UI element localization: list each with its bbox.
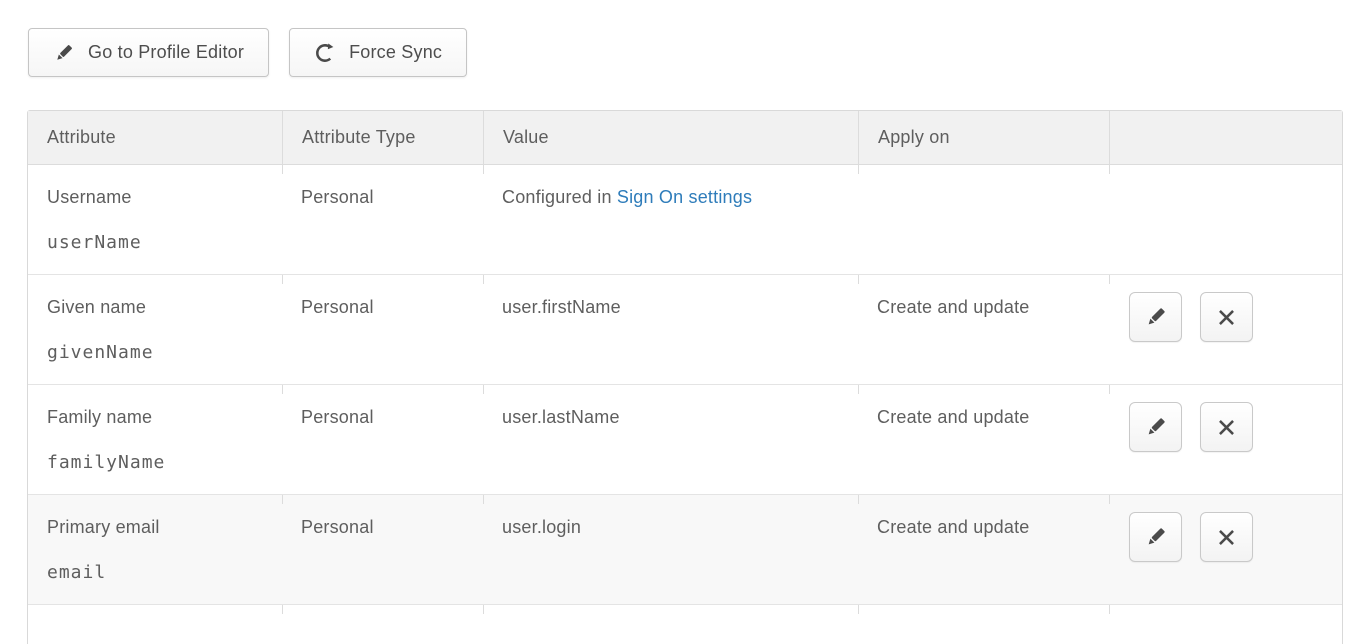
attribute-cell: Given name givenName: [28, 275, 282, 384]
pencil-icon: [1144, 305, 1168, 329]
table-row-partial: [28, 605, 1342, 644]
apply-on-cell: [858, 165, 1109, 274]
attribute-type-cell: Personal: [282, 385, 483, 494]
value-cell: user.firstName: [483, 275, 858, 384]
attribute-mappings-table: Attribute Attribute Type Value Apply on …: [27, 110, 1343, 644]
delete-attribute-button[interactable]: [1200, 402, 1253, 452]
column-header-actions: [1109, 111, 1342, 164]
value-cell: Configured in Sign On settings: [483, 165, 858, 274]
attribute-cell: Primary email email: [28, 495, 282, 604]
value-cell: [483, 605, 858, 644]
apply-on-cell: [858, 605, 1109, 644]
actions-cell: [1109, 385, 1342, 494]
pencil-icon: [1144, 415, 1168, 439]
column-header-attribute-type: Attribute Type: [282, 111, 483, 164]
force-sync-label: Force Sync: [349, 42, 442, 63]
close-icon: [1216, 527, 1237, 548]
attribute-type-cell: Personal: [282, 165, 483, 274]
column-header-attribute: Attribute: [28, 111, 282, 164]
delete-attribute-button[interactable]: [1200, 292, 1253, 342]
toolbar: Go to Profile Editor Force Sync: [28, 28, 467, 77]
pencil-icon: [1144, 525, 1168, 549]
attribute-cell: Family name familyName: [28, 385, 282, 494]
edit-attribute-button[interactable]: [1129, 402, 1182, 452]
value-prefix-text: Configured in: [502, 187, 617, 207]
column-header-value: Value: [483, 111, 858, 164]
attribute-cell: Username userName: [28, 165, 282, 274]
attribute-type-cell: Personal: [282, 495, 483, 604]
go-to-profile-editor-button[interactable]: Go to Profile Editor: [28, 28, 269, 77]
actions-cell-empty: [1109, 605, 1342, 644]
sign-on-settings-link[interactable]: Sign On settings: [617, 187, 752, 207]
actions-cell: [1109, 275, 1342, 384]
attribute-code: familyName: [47, 452, 272, 473]
attribute-label: Username: [47, 187, 272, 208]
apply-on-cell: Create and update: [858, 495, 1109, 604]
pencil-icon: [53, 42, 75, 64]
force-sync-button[interactable]: Force Sync: [289, 28, 467, 77]
attribute-type-cell: [282, 605, 483, 644]
close-icon: [1216, 417, 1237, 438]
attribute-label: Given name: [47, 297, 272, 318]
column-header-apply-on: Apply on: [858, 111, 1109, 164]
value-cell: user.login: [483, 495, 858, 604]
edit-attribute-button[interactable]: [1129, 512, 1182, 562]
apply-on-cell: Create and update: [858, 385, 1109, 494]
attribute-type-cell: Personal: [282, 275, 483, 384]
attribute-code: givenName: [47, 342, 272, 363]
attribute-label: Family name: [47, 407, 272, 428]
table-row-given-name: Given name givenName Personal user.first…: [28, 275, 1342, 385]
attribute-label: Primary email: [47, 517, 272, 538]
apply-on-cell: Create and update: [858, 275, 1109, 384]
close-icon: [1216, 307, 1237, 328]
actions-cell-empty: [1109, 165, 1342, 274]
table-row-username: Username userName Personal Configured in…: [28, 165, 1342, 275]
attribute-code: email: [47, 562, 272, 583]
table-header: Attribute Attribute Type Value Apply on: [28, 111, 1342, 165]
attribute-cell: [28, 605, 282, 644]
refresh-icon: [314, 42, 336, 64]
value-cell: user.lastName: [483, 385, 858, 494]
attribute-code: userName: [47, 232, 272, 253]
actions-cell: [1109, 495, 1342, 604]
edit-attribute-button[interactable]: [1129, 292, 1182, 342]
go-to-profile-editor-label: Go to Profile Editor: [88, 42, 244, 63]
delete-attribute-button[interactable]: [1200, 512, 1253, 562]
table-row-family-name: Family name familyName Personal user.las…: [28, 385, 1342, 495]
table-row-primary-email: Primary email email Personal user.login …: [28, 495, 1342, 605]
